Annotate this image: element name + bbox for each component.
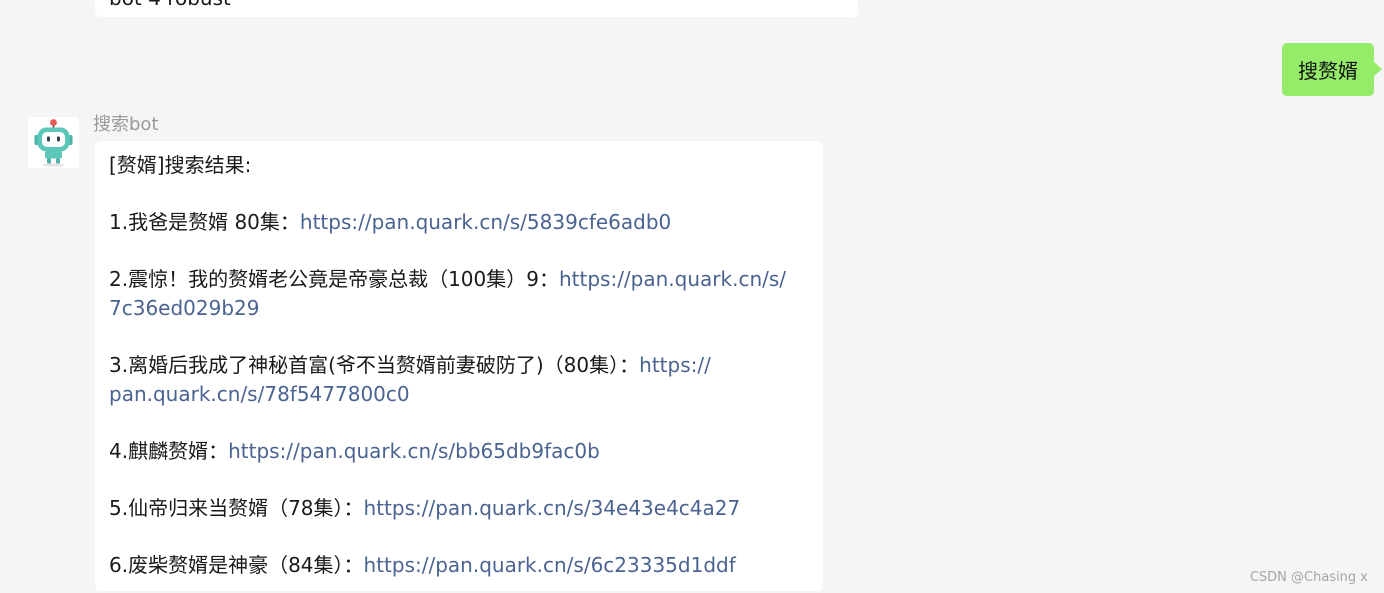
bot-sender-name: 搜索bot <box>93 114 159 135</box>
result-label: 5.仙帝归来当赘婿（78集）： <box>109 496 364 521</box>
watermark: CSDN @Chasing x <box>1249 570 1368 585</box>
result-heading: [赘婿]搜索结果: <box>109 153 252 177</box>
result-link-suffix[interactable]: 7c36ed029b29 <box>109 296 260 320</box>
result-link-prefix[interactable]: https://pan.quark.cn/s/ <box>559 267 786 291</box>
result-link[interactable]: https://pan.quark.cn/s/bb65db9fac0b <box>228 439 600 463</box>
result-link[interactable]: https://pan.quark.cn/s/6c23335d1ddf <box>364 553 736 577</box>
result-item: 4.麒麟赘婿：https://pan.quark.cn/s/bb65db9fac… <box>109 437 809 466</box>
robot-avatar-icon <box>34 119 73 167</box>
previous-message-text: bot 4 robust <box>109 0 231 10</box>
result-item: 5.仙帝归来当赘婿（78集）：https://pan.quark.cn/s/34… <box>109 494 809 523</box>
user-message-text: 搜赘婿 <box>1298 59 1358 83</box>
result-item: 2.震惊！我的赘婿老公竟是帝豪总裁（100集）9：https://pan.qua… <box>109 265 809 322</box>
result-label: 2.震惊！我的赘婿老公竟是帝豪总裁（100集）9： <box>109 267 559 292</box>
result-item: 1.我爸是赘婿 80集：https://pan.quark.cn/s/5839c… <box>109 208 809 237</box>
previous-message-bubble: bot 4 robust <box>95 0 858 17</box>
result-item: 6.废柴赘婿是神豪（84集）：https://pan.quark.cn/s/6c… <box>109 551 809 580</box>
bot-message-bubble[interactable]: [赘婿]搜索结果: 1.我爸是赘婿 80集：https://pan.quark.… <box>95 141 823 591</box>
result-link[interactable]: https://pan.quark.cn/s/5839cfe6adb0 <box>300 210 671 234</box>
bot-avatar[interactable] <box>28 117 79 168</box>
result-label: 3.离婚后我成了神秘首富(爷不当赘婿前妻破防了)（80集）： <box>109 353 640 378</box>
result-link[interactable]: https://pan.quark.cn/s/34e43e4c4a27 <box>364 496 741 520</box>
result-label: 6.废柴赘婿是神豪（84集）： <box>109 553 364 578</box>
user-message-bubble[interactable]: 搜赘婿 <box>1282 43 1382 96</box>
result-item: 3.离婚后我成了神秘首富(爷不当赘婿前妻破防了)（80集）：https:// pa… <box>109 351 809 408</box>
result-label: 1.我爸是赘婿 80集： <box>109 210 300 235</box>
result-link-suffix[interactable]: pan.quark.cn/s/78f5477800c0 <box>109 382 410 406</box>
result-label: 4.麒麟赘婿： <box>109 438 229 463</box>
result-link-prefix[interactable]: https:// <box>639 353 711 377</box>
